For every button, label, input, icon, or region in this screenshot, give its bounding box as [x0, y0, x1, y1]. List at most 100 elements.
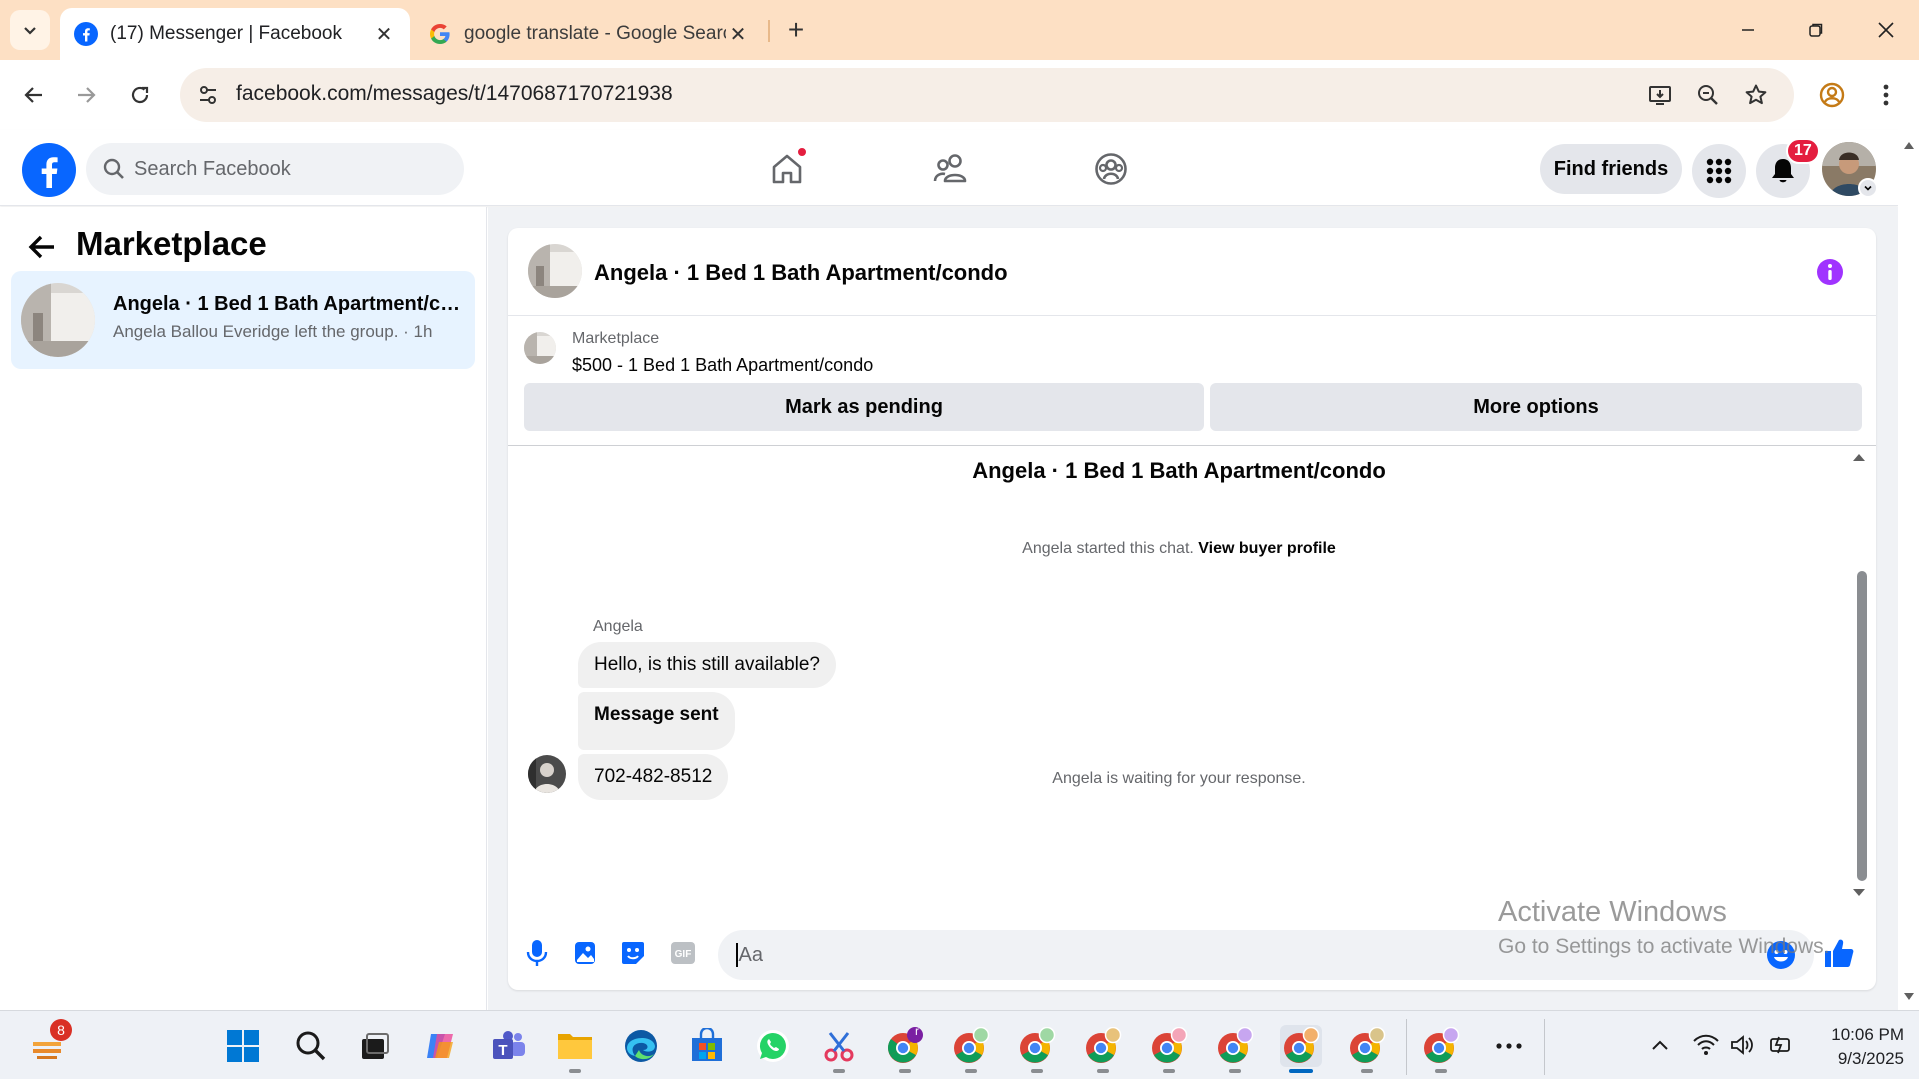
minimize-button[interactable]	[1724, 8, 1772, 52]
file-explorer-button[interactable]	[554, 1025, 596, 1073]
back-button[interactable]	[14, 75, 54, 115]
taskbar-search-button[interactable]	[290, 1025, 332, 1067]
edge-icon	[625, 1030, 657, 1062]
search-icon	[296, 1031, 326, 1061]
nav-home[interactable]	[762, 144, 812, 194]
scroll-up-arrow-icon[interactable]	[1903, 140, 1915, 150]
voice-clip-button[interactable]	[522, 938, 552, 968]
snipping-tool-button[interactable]	[818, 1025, 860, 1073]
zoom-icon[interactable]	[1694, 81, 1722, 109]
find-friends-button[interactable]: Find friends	[1540, 144, 1682, 194]
running-indicator	[1031, 1069, 1043, 1073]
restore-button[interactable]	[1792, 8, 1840, 52]
chrome-window-3[interactable]	[1016, 1025, 1058, 1073]
forward-button[interactable]	[66, 75, 106, 115]
nav-groups[interactable]	[1086, 144, 1136, 194]
close-tab-icon[interactable]: ✕	[726, 22, 750, 46]
thread-title: Angela · 1 Bed 1 Bath Apartment/condo	[972, 458, 1386, 483]
microsoft-store-button[interactable]	[686, 1025, 728, 1067]
browser-menu-button[interactable]	[1866, 75, 1906, 115]
show-hidden-icons-button[interactable]	[1646, 1031, 1674, 1059]
address-bar[interactable]: facebook.com/messages/t/1470687170721938	[180, 68, 1794, 122]
whatsapp-icon	[757, 1030, 789, 1062]
chat-title[interactable]: Angela · 1 Bed 1 Bath Apartment/condo	[594, 260, 1008, 286]
system-clock[interactable]: 10:06 PM 9/3/2025	[1804, 1023, 1904, 1071]
notifications-button[interactable]: 17	[1756, 138, 1820, 198]
close-tab-icon[interactable]: ✕	[372, 22, 396, 46]
info-icon[interactable]	[1816, 258, 1844, 286]
volume-button[interactable]	[1728, 1031, 1756, 1059]
back-to-chats-button[interactable]	[24, 229, 60, 265]
copilot-button[interactable]	[420, 1025, 462, 1067]
install-app-icon[interactable]	[1646, 81, 1674, 109]
chrome-window-8[interactable]	[1346, 1025, 1388, 1073]
whatsapp-button[interactable]	[752, 1025, 794, 1067]
teams-button[interactable]: T	[488, 1025, 530, 1067]
account-chevron[interactable]	[1858, 178, 1878, 198]
running-indicator	[1163, 1069, 1175, 1073]
new-tab-button[interactable]: +	[780, 14, 812, 46]
arrow-left-icon	[28, 235, 54, 259]
sidebar-title: Marketplace	[76, 225, 267, 262]
page-scrollbar[interactable]	[1898, 130, 1919, 1010]
attach-photo-button[interactable]	[570, 938, 600, 968]
facebook-logo-icon[interactable]	[22, 143, 76, 197]
scroll-up-arrow-icon[interactable]	[1852, 452, 1866, 462]
message-bubble[interactable]: Hello, is this still available?	[578, 642, 836, 688]
running-indicator	[1097, 1069, 1109, 1073]
chrome-window-7-active[interactable]	[1280, 1025, 1322, 1073]
chrome-window-2[interactable]	[950, 1025, 992, 1073]
emoji-icon[interactable]	[1766, 940, 1796, 970]
chrome-window-9[interactable]	[1420, 1025, 1462, 1073]
tab-google-search[interactable]: google translate - Google Search ✕	[414, 8, 764, 60]
bookmark-star-icon[interactable]	[1742, 81, 1770, 109]
taskbar-separator	[1544, 1019, 1545, 1075]
tab-search-button[interactable]	[10, 10, 50, 50]
arrow-right-icon	[78, 87, 96, 103]
clock-date: 9/3/2025	[1837, 1049, 1904, 1068]
wifi-button[interactable]	[1692, 1031, 1720, 1059]
more-options-button[interactable]: More options	[1210, 383, 1862, 431]
edge-button[interactable]	[620, 1025, 662, 1067]
start-button[interactable]	[222, 1025, 264, 1067]
image-icon	[575, 942, 595, 964]
facebook-favicon-icon	[74, 22, 98, 46]
thumbs-up-icon[interactable]	[1822, 936, 1856, 970]
message-bubble[interactable]: Message sent	[578, 692, 735, 750]
chrome-window-4[interactable]	[1082, 1025, 1124, 1073]
url-text[interactable]: facebook.com/messages/t/1470687170721938	[236, 82, 673, 106]
message-input[interactable]: Aa	[718, 930, 1814, 980]
chrome-profile-icon	[1020, 1027, 1056, 1063]
profile-button[interactable]	[1812, 75, 1852, 115]
more-apps-button[interactable]	[1488, 1025, 1530, 1067]
running-indicator	[899, 1069, 911, 1073]
menu-button[interactable]	[1692, 144, 1746, 198]
conversation-item[interactable]: Angela · 1 Bed 1 Bath Apartment/condo An…	[11, 271, 475, 369]
chat-avatar[interactable]	[528, 244, 582, 298]
sticker-button[interactable]	[618, 938, 648, 968]
reload-button[interactable]	[120, 75, 160, 115]
chat-scroll-thumb[interactable]	[1857, 571, 1867, 881]
chrome-profile-icon	[1424, 1027, 1460, 1063]
scroll-down-arrow-icon[interactable]	[1852, 888, 1866, 898]
close-window-button[interactable]	[1862, 8, 1910, 52]
chrome-window-5[interactable]	[1148, 1025, 1190, 1073]
battery-button[interactable]	[1766, 1031, 1794, 1059]
site-settings-icon[interactable]	[194, 81, 222, 109]
gif-button[interactable]: GIF	[668, 938, 698, 968]
task-view-button[interactable]	[354, 1025, 396, 1067]
scroll-down-arrow-icon[interactable]	[1903, 992, 1915, 1002]
chrome-profile-icon	[1350, 1027, 1386, 1063]
chevron-up-icon	[1652, 1040, 1668, 1050]
facebook-search-input[interactable]: Search Facebook	[86, 143, 464, 195]
listing-title[interactable]: $500 - 1 Bed 1 Bath Apartment/condo	[572, 355, 873, 376]
view-buyer-profile-link[interactable]: View buyer profile	[1198, 540, 1336, 557]
chrome-window-1[interactable]: r	[884, 1024, 926, 1073]
mark-as-pending-button[interactable]: Mark as pending	[524, 383, 1204, 431]
chrome-window-6[interactable]	[1214, 1025, 1256, 1073]
conversation-name: Angela · 1 Bed 1 Bath Apartment/condo	[113, 293, 463, 315]
tab-messenger[interactable]: (17) Messenger | Facebook ✕	[60, 8, 410, 60]
widgets-button[interactable]: 8	[26, 1019, 72, 1067]
chrome-profile-icon	[1086, 1027, 1122, 1063]
nav-friends[interactable]	[925, 144, 975, 194]
